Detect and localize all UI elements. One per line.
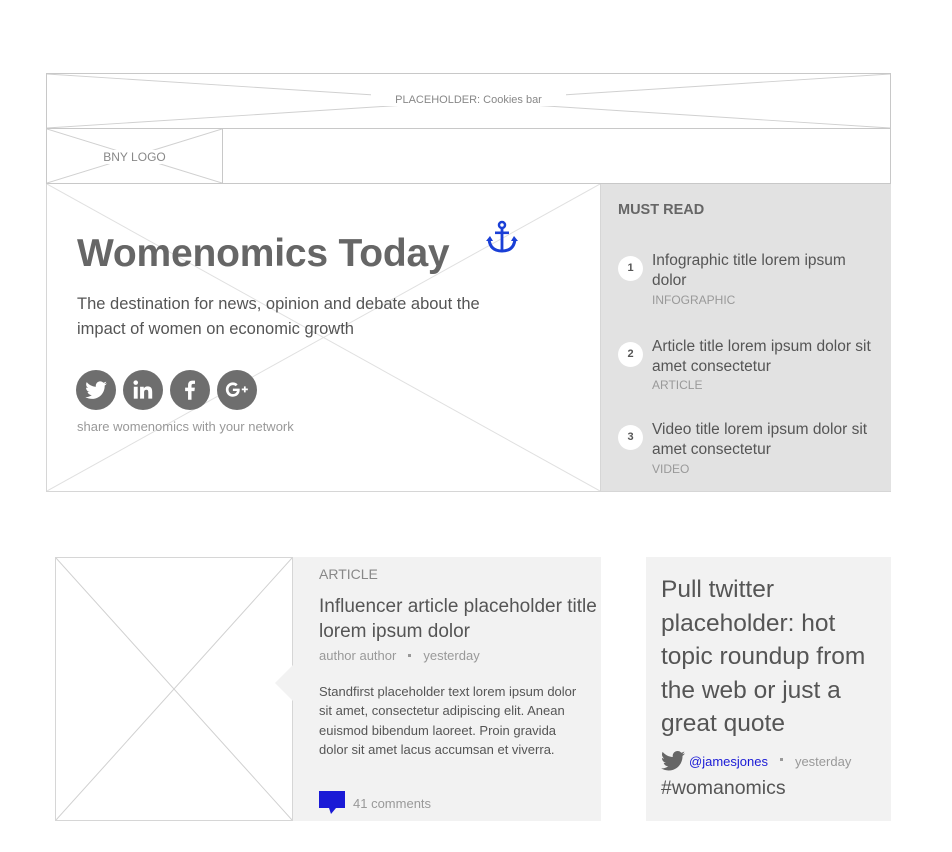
tweet-meta: @jamesjones yesterday [661, 751, 851, 771]
tweet-time: yesterday [794, 753, 852, 769]
item-type-label: ARTICLE [652, 378, 703, 392]
google-plus-icon[interactable] [217, 370, 257, 410]
article-title-link[interactable]: Influencer article placeholder title lor… [319, 594, 599, 644]
item-type-label: VIDEO [652, 462, 690, 476]
card-pointer [275, 665, 293, 701]
separator-dot [779, 758, 783, 761]
author-link[interactable]: author author [319, 648, 396, 663]
item-number-badge: 2 [618, 342, 643, 367]
linkedin-icon[interactable] [123, 370, 163, 410]
cookies-bar-placeholder: PLACEHOLDER: Cookies bar [46, 73, 891, 129]
article-kicker: ARTICLE [319, 566, 378, 582]
logo-label: BNY LOGO [99, 150, 170, 164]
article-meta: author author yesterday [319, 648, 480, 663]
article-image-placeholder[interactable] [55, 557, 293, 821]
facebook-icon[interactable] [170, 370, 210, 410]
comment-icon [319, 791, 345, 814]
item-title-link[interactable]: Video title lorem ipsum dolor sit amet c… [652, 420, 884, 460]
page-title: Womenomics Today [77, 232, 450, 275]
must-read-panel: MUST READ 1 Infographic title lorem ipsu… [601, 184, 891, 492]
tweet-handle-link[interactable]: @jamesjones [689, 754, 768, 769]
twitter-icon[interactable] [76, 370, 116, 410]
article-standfirst: Standfirst placeholder text lorem ipsum … [319, 684, 577, 757]
twitter-bird-icon [661, 751, 685, 771]
logo-placeholder[interactable]: BNY LOGO [47, 129, 223, 183]
item-type-label: INFOGRAPHIC [652, 293, 736, 307]
item-number-badge: 3 [618, 425, 643, 450]
anchor-icon [486, 220, 518, 253]
page-subtitle: The destination for news, opinion and de… [77, 295, 480, 338]
item-number-badge: 1 [618, 256, 643, 281]
comments-count: 41 comments [353, 795, 432, 811]
cookies-bar-label: PLACEHOLDER: Cookies bar [371, 94, 566, 106]
placeholder-cross [56, 558, 292, 820]
share-caption: share womenomics with your network [77, 419, 294, 434]
article-time: yesterday [423, 648, 480, 663]
item-title-link[interactable]: Article title lorem ipsum dolor sit amet… [652, 337, 884, 377]
site-header: BNY LOGO [46, 129, 891, 184]
item-title-link[interactable]: Infographic title lorem ipsum dolor [652, 251, 884, 291]
twitter-card: Pull twitter placeholder: hot topic roun… [646, 557, 891, 821]
separator-dot [408, 653, 412, 657]
must-read-heading: MUST READ [618, 202, 705, 218]
hero-section: Womenomics Today The destination for new… [46, 184, 601, 492]
article-card: ARTICLE Influencer article placeholder t… [275, 557, 601, 821]
tweet-quote: Pull twitter placeholder: hot topic roun… [661, 576, 866, 737]
comments-link[interactable]: 41 comments [319, 791, 431, 815]
tweet-hashtag-link[interactable]: #womanomics [661, 777, 786, 800]
social-share-icons [76, 370, 257, 410]
